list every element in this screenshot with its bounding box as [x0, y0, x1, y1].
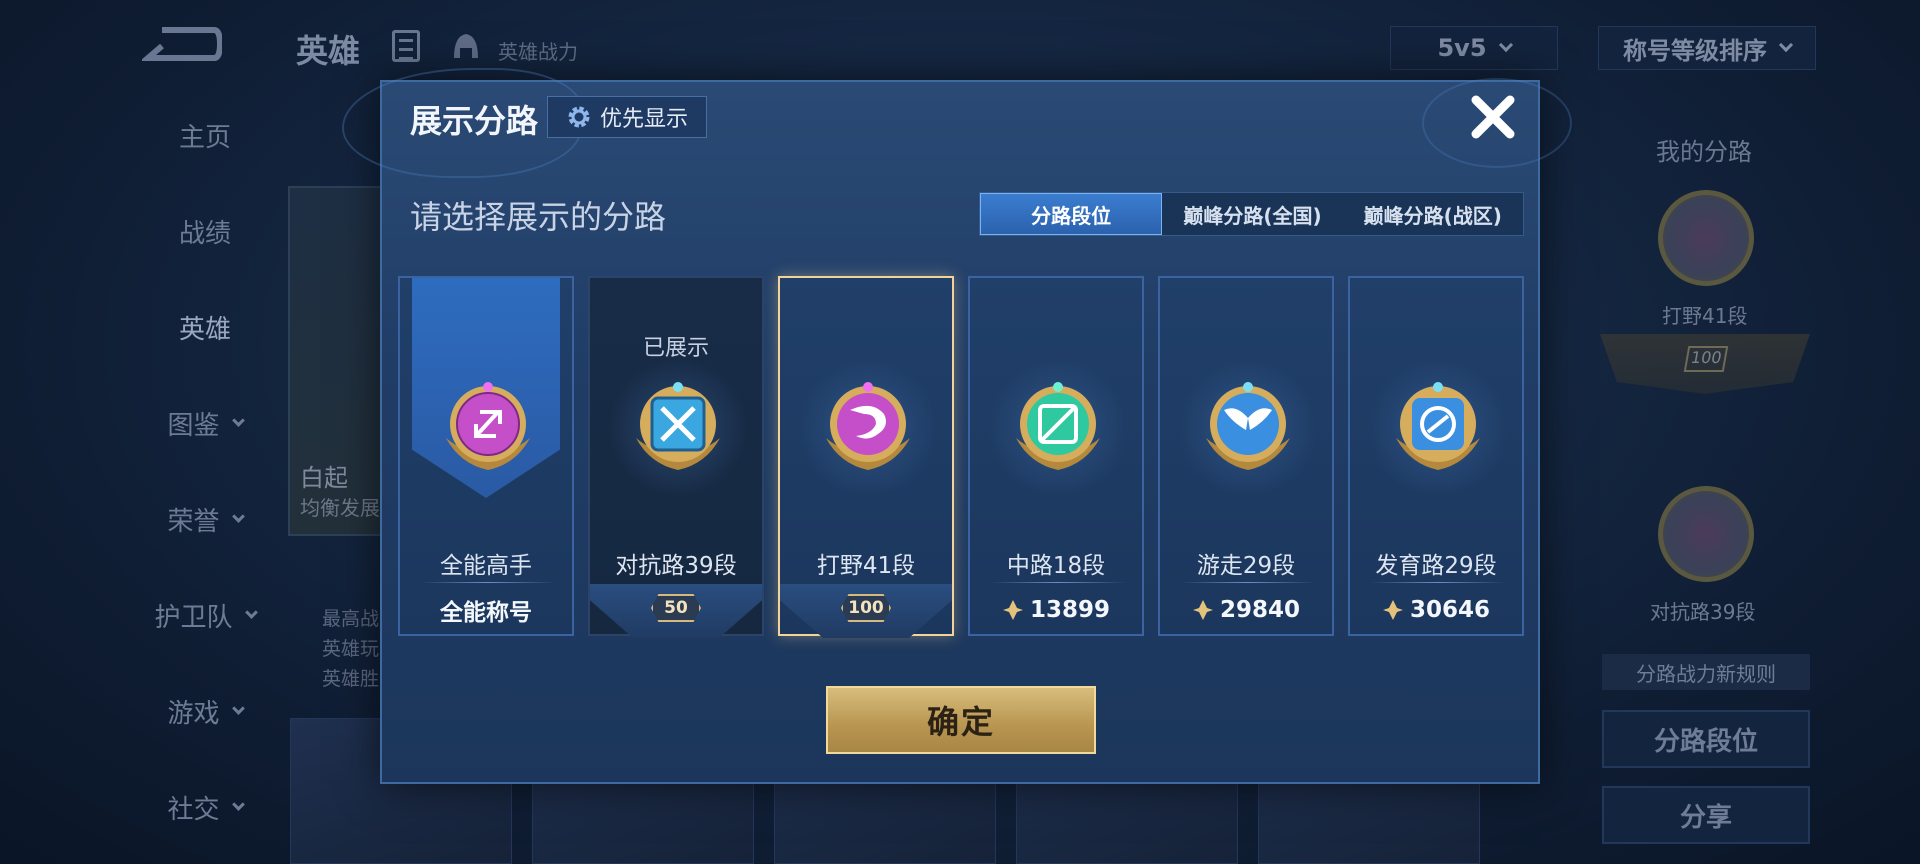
lane-name: 打野41段	[816, 553, 916, 579]
chevron-down-icon	[231, 797, 245, 811]
lane-points-value: 29840	[1219, 597, 1301, 623]
allround-icon	[446, 382, 530, 470]
chevron-down-icon	[231, 701, 245, 715]
mid-icon	[1016, 382, 1100, 470]
list-icon[interactable]	[392, 30, 420, 62]
nav-item-game[interactable]: 游戏	[120, 686, 290, 736]
nav-item-label: 护卫队	[154, 602, 233, 633]
lane-card-farm[interactable]: 发育路29段 30646	[1348, 276, 1524, 636]
rank-banner: 50	[590, 584, 762, 638]
lane-card-jungle[interactable]: 打野41段 100	[778, 276, 954, 638]
nav-item-label: 社交	[167, 794, 220, 825]
clash-badge-icon	[1658, 486, 1754, 582]
jungle-icon	[826, 382, 910, 470]
rank-banner-number: 50	[651, 594, 701, 622]
lane-value: 全能称号	[400, 590, 572, 630]
lane-name: 全能高手	[440, 553, 532, 579]
tab-lane-rank[interactable]: 分路段位	[980, 193, 1163, 235]
lane-points: 13899	[970, 590, 1142, 630]
rank-banner: 100	[780, 584, 952, 638]
lane-points: 30646	[1350, 590, 1522, 630]
nav-item-label: 战绩	[178, 218, 231, 249]
nav-item-label: 图鉴	[167, 410, 220, 441]
lane-name: 对抗路39段	[615, 553, 737, 579]
tab-peak-national[interactable]: 巅峰分路(全国)	[1162, 193, 1342, 235]
tab-peak-region[interactable]: 巅峰分路(战区)	[1343, 193, 1523, 235]
nav-item-gallery[interactable]: 图鉴	[120, 398, 290, 448]
hero-power-label[interactable]: 英雄战力	[498, 36, 578, 65]
lane-name: 中路18段	[1006, 553, 1106, 579]
nav-item-home[interactable]: 主页	[120, 110, 290, 160]
rank-banner-number: 100	[1683, 346, 1729, 372]
farm-icon	[1396, 382, 1480, 470]
priority-display-button[interactable]: 优先显示	[547, 96, 707, 138]
my-lane-badge-label: 对抗路39段	[1650, 600, 1756, 624]
back-arrow-icon[interactable]	[142, 22, 222, 66]
power-icon	[1192, 600, 1213, 620]
nav-item-label: 游戏	[167, 698, 220, 729]
divider	[1370, 582, 1506, 583]
chevron-down-icon	[231, 509, 245, 523]
share-button[interactable]: 分享	[1602, 786, 1810, 844]
roam-icon	[1206, 382, 1290, 470]
chevron-down-icon	[244, 605, 258, 619]
nav-item-social[interactable]: 社交	[120, 782, 290, 832]
hero-note: 英雄玩	[322, 638, 380, 660]
hero-note: 最高战	[322, 608, 380, 630]
nav-item-label: 主页	[178, 122, 231, 153]
nav-item-label: 荣誉	[167, 506, 220, 537]
hero-note: 英雄胜	[322, 668, 380, 690]
power-icon	[1002, 600, 1023, 620]
lane-value-text: 全能称号	[440, 600, 532, 626]
hero-subtitle: 均衡发展	[300, 496, 380, 520]
lane-card-clash[interactable]: 已展示 对抗路39段 50	[588, 276, 764, 638]
chevron-down-icon	[231, 413, 245, 427]
lane-points-value: 13899	[1029, 597, 1111, 623]
clash-icon	[636, 382, 720, 470]
chevron-down-icon	[1778, 37, 1794, 53]
priority-display-label: 优先显示	[599, 107, 688, 132]
lane-card-roam[interactable]: 游走29段 29840	[1158, 276, 1334, 636]
lane-rank-button[interactable]: 分路段位	[1602, 710, 1810, 768]
lane-tabs: 分路段位 巅峰分路(全国) 巅峰分路(战区)	[979, 192, 1524, 236]
lane-card-allround[interactable]: 全能高手 全能称号	[398, 276, 574, 636]
lane-card-mid[interactable]: 中路18段 13899	[968, 276, 1144, 636]
lane-name: 游走29段	[1196, 553, 1296, 579]
mode-select-value: 5v5	[1437, 34, 1487, 62]
chevron-down-icon	[1498, 37, 1513, 53]
jungle-badge-icon	[1658, 190, 1754, 286]
nav-item-guard[interactable]: 护卫队	[120, 590, 290, 640]
divider	[990, 582, 1126, 583]
nav-item-hero[interactable]: 英雄	[120, 302, 290, 352]
hero-name: 白起	[300, 464, 348, 492]
my-lane-badge-label: 打野41段	[1662, 304, 1748, 328]
divider	[420, 582, 556, 583]
lane-power-rule-note[interactable]: 分路战力新规则	[1602, 654, 1810, 690]
gear-icon	[568, 106, 590, 128]
lane-points-value: 30646	[1409, 597, 1491, 623]
power-icon	[1382, 600, 1403, 620]
my-lane-title: 我的分路	[1656, 138, 1752, 166]
lane-card-row: 全能高手 全能称号 已展示 对抗路39段 50 打野41段 100 中路18段 …	[398, 276, 1528, 638]
sort-select-value: 称号等级排序	[1623, 36, 1767, 65]
sort-select[interactable]: 称号等级排序	[1598, 26, 1816, 70]
nav-item-label: 英雄	[178, 314, 231, 345]
show-lane-dialog: 展示分路 优先显示 请选择展示的分路 分路段位 巅峰分路(全国) 巅峰分路(战区…	[342, 68, 1572, 784]
dialog-title: 展示分路	[410, 102, 539, 140]
helmet-icon	[454, 34, 478, 58]
nav-item-record[interactable]: 战绩	[120, 206, 290, 256]
dialog-subtitle: 请选择展示的分路	[410, 198, 667, 236]
nav-item-honor[interactable]: 荣誉	[120, 494, 290, 544]
rank-banner-number: 100	[841, 594, 891, 622]
close-icon[interactable]	[1468, 92, 1518, 142]
divider	[1180, 582, 1316, 583]
mode-select[interactable]: 5v5	[1390, 26, 1558, 70]
confirm-button[interactable]: 确定	[826, 686, 1096, 754]
page-title: 英雄	[296, 32, 361, 70]
lane-name: 发育路29段	[1375, 553, 1497, 579]
lane-points: 29840	[1160, 590, 1332, 630]
